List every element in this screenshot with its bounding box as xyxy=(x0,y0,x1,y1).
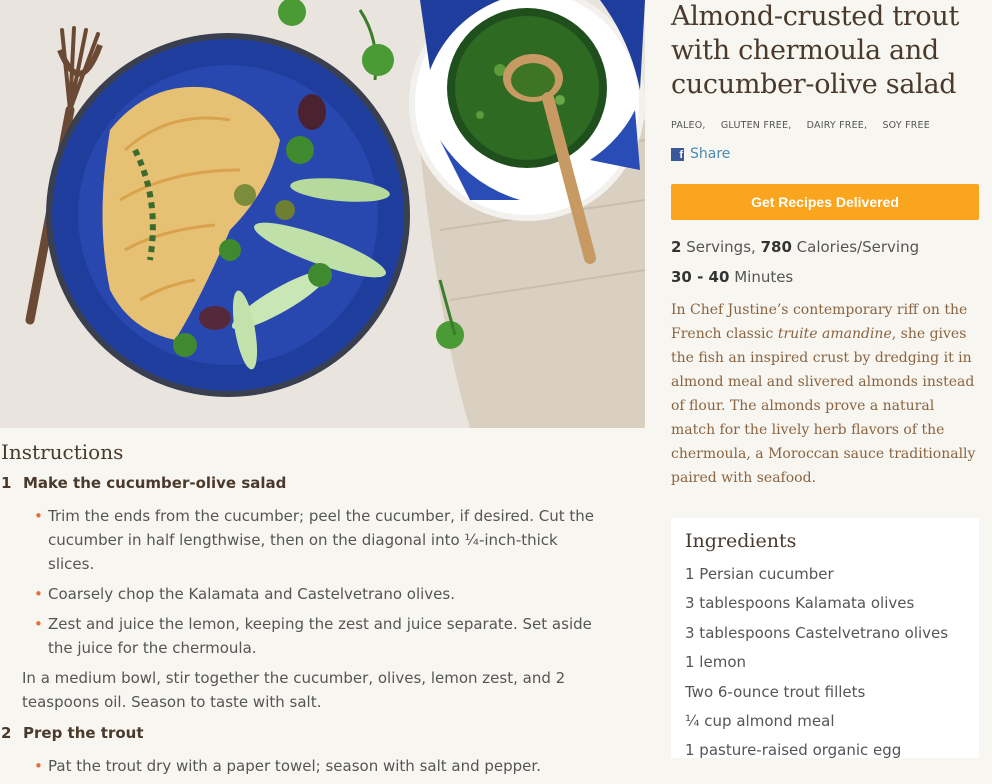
share-label: Share xyxy=(690,146,731,162)
step-bullet-list: Pat the trout dry with a paper towel; se… xyxy=(34,754,608,778)
description-text: , she gives the fish an inspired crust b… xyxy=(671,326,976,486)
recipe-hero-image xyxy=(0,0,645,428)
diet-tags: PALEO, GLUTEN FREE, DAIRY FREE, SOY FREE xyxy=(671,120,981,131)
recipe-description: In Chef Justine’s contemporary riff on t… xyxy=(671,298,979,490)
step-number: 1 xyxy=(1,474,12,492)
ingredient-item: ¼ cup almond meal xyxy=(685,712,835,731)
facebook-icon: f xyxy=(671,147,684,161)
ingredient-item: 1 lemon xyxy=(685,653,747,672)
step-bullet: Coarsely chop the Kalamata and Castelvet… xyxy=(34,582,608,606)
ingredients-card: Ingredients 1 Persian cucumber 3 tablesp… xyxy=(671,518,979,759)
step-bullet: Pat the trout dry with a paper towel; se… xyxy=(34,754,608,778)
servings-calories: 2 Servings, 780 Calories/Serving xyxy=(671,238,981,256)
step-heading: 1 Make the cucumber-olive salad xyxy=(0,474,645,492)
servings-count: 2 xyxy=(671,238,682,256)
ingredient-item: 1 pasture-raised organic egg xyxy=(685,741,902,760)
instructions-section: Instructions 1 Make the cucumber-olive s… xyxy=(0,440,645,784)
calories-label: Calories/Serving xyxy=(796,238,920,256)
recipe-summary: Almond-crusted trout with chermoula and … xyxy=(671,0,981,490)
get-recipes-delivered-button[interactable]: Get Recipes Delivered xyxy=(671,184,979,220)
facebook-share-link[interactable]: f Share xyxy=(671,146,981,162)
instructions-title: Instructions xyxy=(1,440,124,464)
step-title: Prep the trout xyxy=(23,724,144,742)
ingredient-item: 3 tablespoons Castelvetrano olives xyxy=(685,623,949,642)
step-heading: 2 Prep the trout xyxy=(0,724,645,742)
step-bullet: Zest and juice the lemon, keeping the ze… xyxy=(34,612,608,660)
servings-label: Servings, xyxy=(686,238,756,256)
plated-trout-illustration xyxy=(0,0,645,428)
ingredient-item: Two 6-ounce trout fillets xyxy=(685,682,866,701)
step-bullet: Trim the ends from the cucumber; peel th… xyxy=(34,504,608,576)
calories-count: 780 xyxy=(760,238,792,256)
cook-time-value: 30 - 40 xyxy=(671,268,730,286)
cook-time-label: Minutes xyxy=(734,268,794,286)
diet-tag: GLUTEN FREE, xyxy=(720,120,792,131)
recipe-title: Almond-crusted trout with chermoula and … xyxy=(671,1,960,100)
cook-time: 30 - 40 Minutes xyxy=(671,268,981,286)
description-italic: truite amandine xyxy=(777,326,892,342)
ingredients-list: 1 Persian cucumber 3 tablespoons Kalamat… xyxy=(671,560,979,766)
ingredient-item: 3 tablespoons Kalamata olives xyxy=(685,594,915,613)
step-number: 2 xyxy=(1,724,12,742)
diet-tag: DAIRY FREE, xyxy=(806,120,868,131)
diet-tag: PALEO, xyxy=(671,120,706,131)
step-bullet-list: Trim the ends from the cucumber; peel th… xyxy=(34,504,608,660)
step-paragraph: In a medium bowl, stir together the cucu… xyxy=(22,669,566,711)
diet-tag: SOY FREE xyxy=(882,120,930,131)
ingredients-title: Ingredients xyxy=(685,530,797,552)
step-title: Make the cucumber-olive salad xyxy=(23,474,287,492)
ingredient-item: 1 Persian cucumber xyxy=(685,565,834,583)
